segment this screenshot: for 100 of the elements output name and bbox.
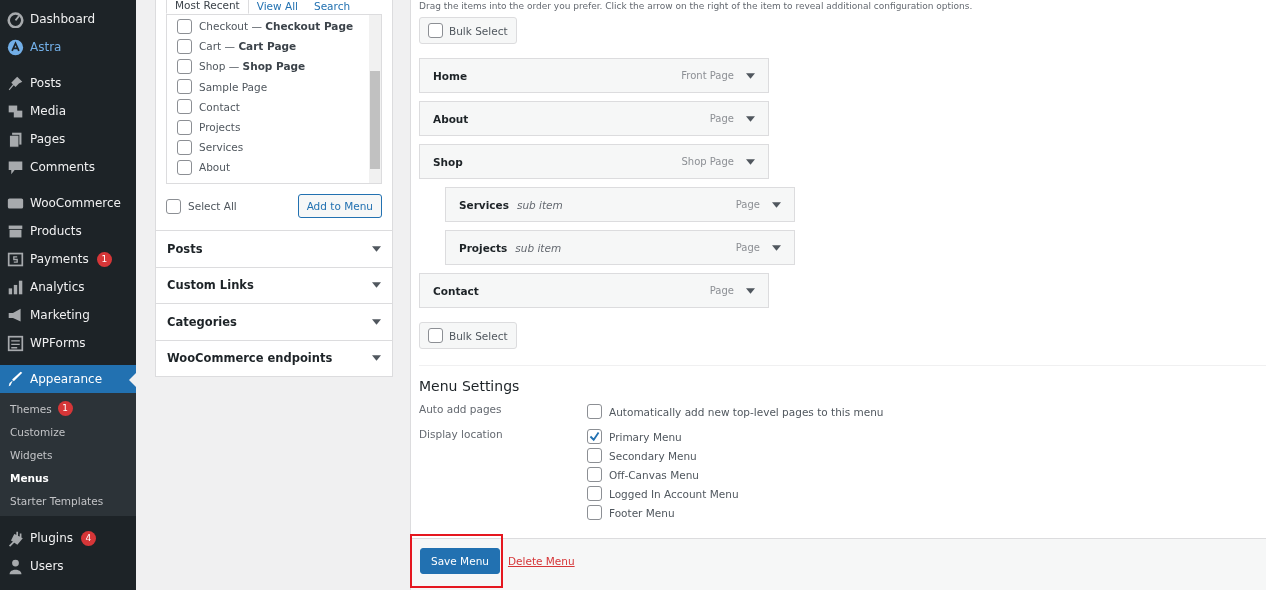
checkbox[interactable] bbox=[428, 23, 443, 38]
tab[interactable]: Search bbox=[306, 0, 359, 14]
caret-icon[interactable] bbox=[372, 318, 381, 325]
sidebar-item[interactable]: Products bbox=[0, 217, 136, 245]
count-badge: 1 bbox=[57, 401, 73, 416]
page-label: Services bbox=[199, 141, 244, 154]
setting-label: Display location bbox=[419, 427, 504, 442]
sidebar-item[interactable]: WooCommerce bbox=[0, 189, 136, 217]
caret-icon[interactable] bbox=[746, 158, 755, 165]
menu-item-title: Contact bbox=[433, 284, 479, 297]
plug-icon bbox=[7, 529, 24, 547]
caret-icon[interactable] bbox=[772, 244, 781, 251]
caret-icon[interactable] bbox=[372, 282, 381, 289]
pages-icon bbox=[7, 130, 24, 148]
caret-icon[interactable] bbox=[372, 245, 381, 252]
bulk-select-control[interactable]: Bulk Select bbox=[419, 322, 517, 349]
checkbox[interactable] bbox=[177, 99, 192, 115]
sidebar-item[interactable]: Media bbox=[0, 97, 136, 125]
option-label: Logged In Account Menu bbox=[609, 487, 739, 500]
menu-item-type: Page bbox=[709, 285, 734, 296]
page-label: Contact bbox=[199, 100, 240, 113]
checkbox[interactable] bbox=[428, 328, 443, 343]
submenu-item[interactable]: Widgets bbox=[0, 443, 136, 466]
person-icon bbox=[7, 557, 24, 575]
checkbox[interactable] bbox=[177, 58, 192, 74]
caret-icon[interactable] bbox=[746, 115, 755, 122]
dollar-icon bbox=[7, 250, 24, 268]
tab[interactable]: View All bbox=[248, 0, 306, 14]
submenu-item[interactable]: Starter Templates bbox=[0, 489, 136, 512]
menu-item-bar[interactable]: Shop Shop Page bbox=[419, 144, 769, 179]
checkbox[interactable] bbox=[177, 159, 192, 175]
sidebar-item[interactable]: Payments 1 bbox=[0, 245, 136, 273]
menu-item-type: Shop Page bbox=[681, 156, 734, 167]
sidebar-item[interactable]: Analytics bbox=[0, 273, 136, 301]
sidebar-item[interactable]: Users bbox=[0, 552, 136, 580]
checkbox[interactable] bbox=[587, 429, 602, 444]
submenu-item[interactable]: Themes 1 bbox=[0, 397, 136, 420]
checkbox[interactable] bbox=[177, 38, 192, 54]
checkbox[interactable] bbox=[587, 448, 602, 463]
menu-item-bar[interactable]: Contact Page bbox=[419, 273, 769, 308]
delete-menu-link[interactable]: Delete Menu bbox=[507, 554, 575, 567]
sidebar-item[interactable]: Plugins 4 bbox=[0, 524, 136, 552]
menu-item-bar[interactable]: Projects sub item Page bbox=[445, 230, 795, 265]
option-label: Footer Menu bbox=[609, 506, 675, 519]
sidebar-item[interactable]: Astra bbox=[0, 33, 136, 61]
scrollbar[interactable] bbox=[369, 15, 381, 183]
checkbox[interactable] bbox=[177, 119, 192, 135]
accordion-header[interactable]: Custom Links bbox=[156, 266, 392, 303]
sidebar-item[interactable]: Marketing bbox=[0, 301, 136, 329]
menu-item-bar[interactable]: Services sub item Page bbox=[445, 187, 795, 222]
menu-item-type: Page bbox=[735, 199, 760, 210]
tab[interactable]: Most Recent bbox=[166, 0, 249, 14]
sidebar-item[interactable]: Dashboard bbox=[0, 5, 136, 33]
bar-chart-icon bbox=[7, 278, 24, 296]
menu-item-title: Shop bbox=[433, 155, 463, 168]
sidebar-item[interactable]: Appearance bbox=[0, 365, 136, 393]
caret-icon[interactable] bbox=[772, 201, 781, 208]
menu-item-bar[interactable]: Home Front Page bbox=[419, 58, 769, 93]
sidebar-item[interactable]: Posts bbox=[0, 69, 136, 97]
submenu-item[interactable]: Customize bbox=[0, 420, 136, 443]
paintbrush-icon bbox=[7, 370, 24, 388]
checkbox[interactable] bbox=[587, 404, 602, 419]
pushpin-icon bbox=[7, 74, 24, 92]
menu-item-bar[interactable]: About Page bbox=[419, 101, 769, 136]
menu-item-type: Front Page bbox=[681, 70, 734, 81]
accordion-header[interactable]: WooCommerce endpoints bbox=[156, 339, 392, 376]
count-badge: 4 bbox=[81, 530, 96, 546]
sidebar-item[interactable]: WPForms bbox=[0, 329, 136, 357]
sidebar-item[interactable]: Pages bbox=[0, 125, 136, 153]
form-icon bbox=[7, 334, 24, 352]
checkbox[interactable] bbox=[587, 467, 602, 482]
gauge-icon bbox=[7, 10, 24, 28]
bulk-select-control[interactable]: Bulk Select bbox=[419, 17, 517, 44]
caret-icon[interactable] bbox=[372, 355, 381, 362]
caret-icon[interactable] bbox=[746, 72, 755, 79]
menu-item-title: About bbox=[433, 112, 469, 125]
menu-item-title: Projects bbox=[459, 241, 508, 254]
page-label: Shop — Shop Page bbox=[199, 60, 306, 73]
accordion-header[interactable]: Posts bbox=[156, 230, 392, 267]
option-label: Automatically add new top-level pages to this menu bbox=[609, 405, 884, 418]
checkbox[interactable] bbox=[177, 139, 192, 155]
menu-item-type: Page bbox=[709, 113, 734, 124]
checkbox[interactable] bbox=[177, 18, 192, 34]
count-badge: 1 bbox=[96, 251, 112, 267]
checkbox[interactable] bbox=[166, 198, 181, 214]
page-label: Sample Page bbox=[199, 80, 268, 93]
accordion-header[interactable]: Categories bbox=[156, 303, 392, 340]
save-menu-button[interactable]: Save Menu bbox=[420, 547, 500, 574]
checkbox[interactable] bbox=[177, 79, 192, 95]
select-all-label: Select All bbox=[188, 200, 237, 212]
menu-item-note: sub item bbox=[515, 241, 562, 254]
page-label: About bbox=[199, 161, 231, 174]
caret-icon[interactable] bbox=[746, 287, 755, 294]
add-to-menu-button[interactable]: Add to Menu bbox=[297, 194, 382, 218]
option-label: Secondary Menu bbox=[609, 449, 697, 462]
submenu-item[interactable]: Menus bbox=[0, 466, 136, 489]
checkbox[interactable] bbox=[587, 505, 602, 520]
menu-item-title: Services bbox=[459, 198, 509, 211]
sidebar-item[interactable]: Comments bbox=[0, 153, 136, 181]
checkbox[interactable] bbox=[587, 486, 602, 501]
